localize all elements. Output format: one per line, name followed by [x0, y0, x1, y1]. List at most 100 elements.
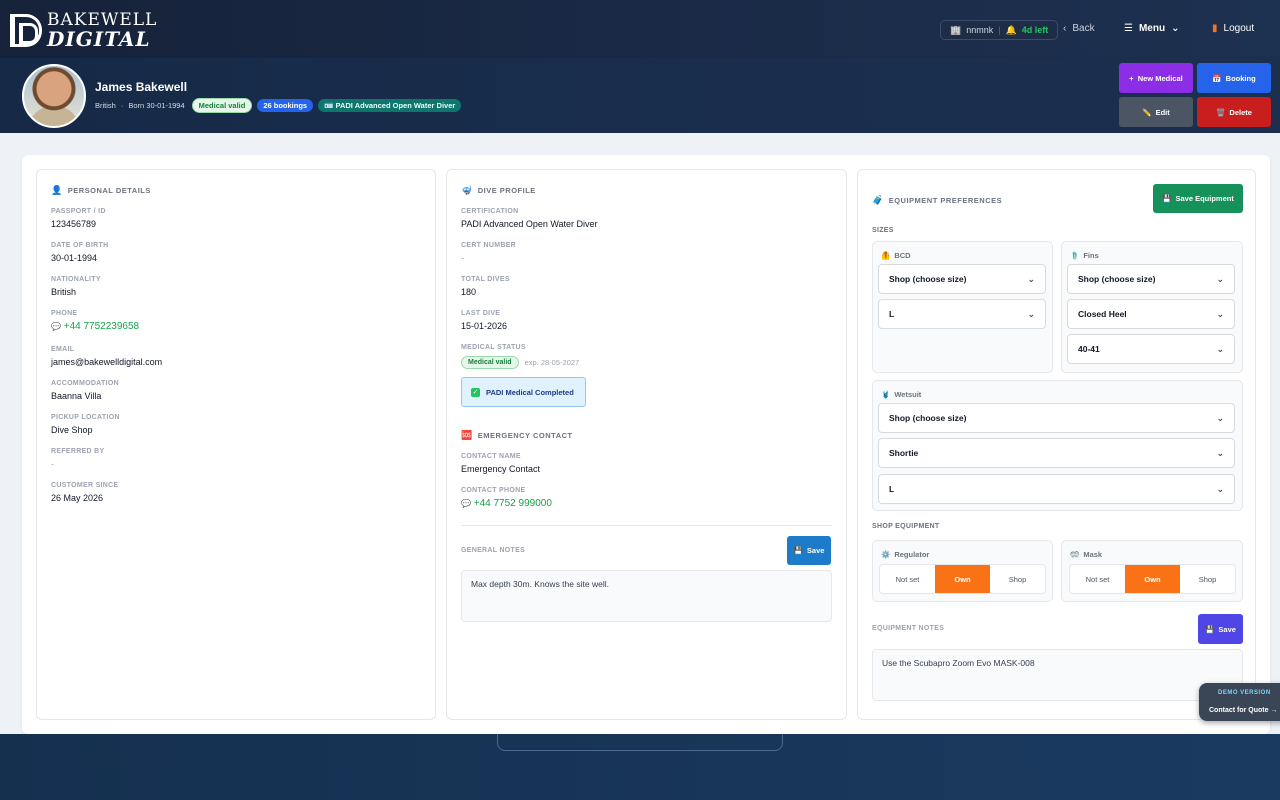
nationality: British [95, 101, 116, 110]
trash-icon: 🗑️ [1216, 107, 1226, 117]
user-icon: 👤 [51, 185, 63, 195]
bcd-title: 🦺 BCD [881, 251, 911, 260]
booking-button[interactable]: 📅 Booking [1197, 63, 1271, 93]
field-pickup: PICKUP LOCATION Dive Shop [51, 414, 120, 435]
chevron-down-icon: ⌄ [1216, 308, 1224, 319]
mask-title: 🥽 Mask [1070, 550, 1103, 559]
contact-quote-link[interactable]: Contact for Quote → [1209, 707, 1277, 714]
bcd-card: 🦺 BCD Shop (choose size) ⌄ L ⌄ [872, 241, 1053, 373]
brand-logo[interactable]: BAKEWELL DIGITAL [10, 12, 157, 49]
chevron-down-icon: ⌄ [1027, 308, 1035, 319]
chevron-down-icon: ⌄ [1216, 447, 1224, 458]
field-contact-name: CONTACT NAME Emergency Contact [461, 453, 541, 474]
equipment-title: 🧳 EQUIPMENT PREFERENCES [872, 195, 1003, 205]
mask-icon: 🥽 [1070, 550, 1080, 559]
account-chip[interactable]: 🏢 nnmnk | 🔔 4d left [940, 20, 1059, 40]
fins-size-select[interactable]: 40-41 ⌄ [1067, 334, 1235, 364]
wetsuit-size-select[interactable]: L ⌄ [878, 474, 1235, 504]
demo-version-badge[interactable]: DEMO VERSION Contact for Quote → [1199, 683, 1280, 721]
chevron-down-icon: ⌄ [1216, 273, 1224, 284]
personal-details-card: 👤 PERSONAL DETAILS PASSPORT / ID 1234567… [36, 169, 436, 720]
dive-profile-card: 🤿 DIVE PROFILE CERTIFICATION PADI Advanc… [446, 169, 847, 720]
medical-badge: Medical valid [191, 98, 253, 113]
general-notes-label: GENERAL NOTES [461, 547, 526, 554]
dive-profile-title: 🤿 DIVE PROFILE [461, 185, 536, 195]
profile-sheet: 👤 PERSONAL DETAILS PASSPORT / ID 1234567… [22, 155, 1270, 734]
building-icon: 🏢 [950, 24, 962, 35]
menu-button[interactable]: ☰ Menu ⌄ [1124, 23, 1179, 34]
field-total-dives: TOTAL DIVES 180 [461, 276, 510, 297]
top-nav: BAKEWELL DIGITAL 🏢 nnmnk | 🔔 4d left ‹ B… [0, 0, 1280, 58]
vest-icon: 🦺 [881, 251, 891, 260]
footer [0, 734, 1280, 800]
sizes-label: SIZES [872, 227, 894, 234]
field-accommodation: ACCOMMODATION Baanna Villa [51, 380, 119, 401]
wetsuit-card: 🩱 Wetsuit Shop (choose size) ⌄ Shortie ⌄ L ⌄ [872, 380, 1243, 511]
menu-label: Menu [1138, 23, 1166, 34]
fins-source-select[interactable]: Shop (choose size) ⌄ [1067, 264, 1235, 294]
chevron-down-icon: ⌄ [1027, 273, 1035, 284]
logout-label: Logout [1223, 23, 1255, 34]
mask-option-shop[interactable]: Shop [1180, 565, 1235, 593]
personal-details-title: 👤 PERSONAL DETAILS [51, 185, 151, 195]
logo-line2: DIGITAL [47, 27, 151, 51]
field-email: EMAIL james@bakewelldigital.com [51, 346, 163, 367]
contact-card-icon: 🆘 [461, 430, 473, 440]
hamburger-icon: ☰ [1124, 23, 1133, 34]
delete-button[interactable]: 🗑️ Delete [1197, 97, 1271, 127]
chat-icon: 💬 [461, 499, 471, 508]
chip-divider: | [998, 25, 1001, 35]
mask-toggle[interactable]: Not set Own Shop [1069, 564, 1236, 594]
new-medical-button[interactable]: + New Medical [1119, 63, 1193, 93]
phone-link[interactable]: 💬 +44 7752239658 [51, 321, 139, 332]
regulator-toggle[interactable]: Not set Own Shop [879, 564, 1046, 594]
door-icon: ▮ [1212, 23, 1218, 34]
checkbox-checked-icon: ✓ [471, 387, 480, 397]
wetsuit-style-select[interactable]: Shortie ⌄ [878, 438, 1235, 468]
footer-tab [497, 734, 783, 751]
logo-mark-icon [10, 14, 42, 47]
trial-days-left: 4d left [1021, 25, 1049, 35]
shop-equipment-label: SHOP EQUIPMENT [872, 523, 940, 530]
wetsuit-title: 🩱 Wetsuit [881, 390, 922, 399]
equipment-notes-textarea[interactable]: Use the Scubapro Zoom Evo MASK-008 [872, 649, 1243, 701]
regulator-title: ⚙️ Regulator [881, 550, 930, 559]
divider [461, 525, 832, 526]
field-last-dive: LAST DIVE 15-01-2026 [461, 310, 508, 331]
chevron-down-icon: ⌄ [1216, 412, 1224, 423]
chevron-left-icon: ‹ [1063, 23, 1067, 34]
mask-option-own[interactable]: Own [1125, 565, 1180, 593]
equipment-card: 🧳 EQUIPMENT PREFERENCES 💾 Save Equipment … [857, 169, 1256, 720]
save-equipment-button[interactable]: 💾 Save Equipment [1153, 184, 1243, 213]
bcd-size-select[interactable]: L ⌄ [878, 299, 1046, 329]
field-dob: DATE OF BIRTH 30-01-1994 [51, 242, 109, 263]
profile-header: James Bakewell British · Born 30-01-1994… [0, 58, 1280, 133]
wetsuit-source-select[interactable]: Shop (choose size) ⌄ [878, 403, 1235, 433]
back-link[interactable]: ‹ Back [1063, 23, 1095, 34]
account-name: nnmnk [966, 25, 994, 35]
certification-badge: 🪪 PADI Advanced Open Water Diver [318, 99, 462, 112]
regulator-option-own[interactable]: Own [935, 565, 990, 593]
edit-button[interactable]: ✏️ Edit [1119, 97, 1193, 127]
general-notes-textarea[interactable]: Max depth 30m. Knows the site well. [461, 570, 832, 622]
fins-type-select[interactable]: Closed Heel ⌄ [1067, 299, 1235, 329]
equipment-icon: 🧳 [872, 195, 884, 205]
bcd-source-select[interactable]: Shop (choose size) ⌄ [878, 264, 1046, 294]
bell-icon: 🔔 [1005, 24, 1017, 35]
contact-phone-link[interactable]: 💬 +44 7752 999000 [461, 498, 552, 509]
save-equipment-notes-button[interactable]: 💾 Save [1198, 614, 1243, 644]
mask-option-not-set[interactable]: Not set [1070, 565, 1125, 593]
gauge-icon: ⚙️ [881, 550, 891, 559]
pencil-icon: ✏️ [1142, 107, 1152, 117]
wetsuit-icon: 🩱 [881, 390, 891, 399]
calendar-icon: 📅 [1212, 73, 1222, 83]
logout-link[interactable]: ▮ Logout [1212, 23, 1254, 34]
fins-card: 🩴 Fins Shop (choose size) ⌄ Closed Heel ⌄ 4… [1061, 241, 1243, 373]
main-content: 👤 PERSONAL DETAILS PASSPORT / ID 1234567… [0, 133, 1280, 734]
save-notes-button[interactable]: 💾 Save [787, 536, 831, 565]
regulator-option-shop[interactable]: Shop [990, 565, 1045, 593]
field-passport: PASSPORT / ID 123456789 [51, 208, 106, 229]
equipment-notes-label: EQUIPMENT NOTES [872, 625, 945, 632]
regulator-option-not-set[interactable]: Not set [880, 565, 935, 593]
field-certification: CERTIFICATION PADI Advanced Open Water D… [461, 208, 598, 229]
